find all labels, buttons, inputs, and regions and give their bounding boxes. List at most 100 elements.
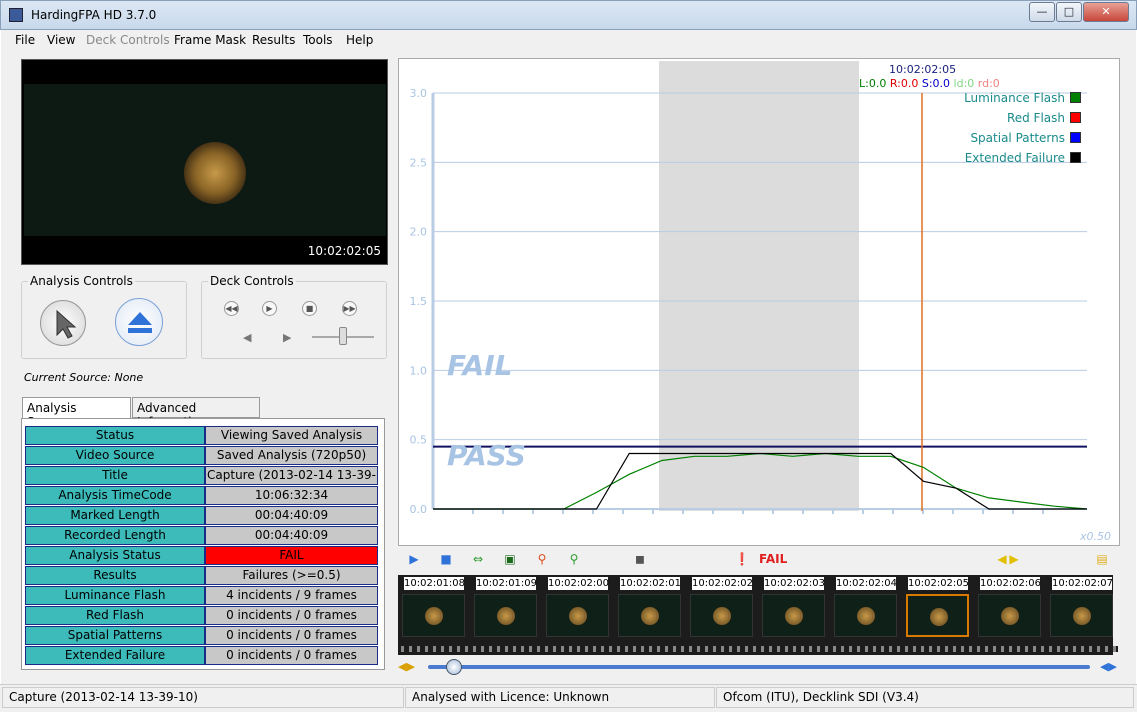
rewind-icon[interactable]: ◀◀ (224, 301, 239, 316)
fit-width-icon[interactable]: ⇔ (470, 551, 486, 567)
menu-view[interactable]: View (47, 33, 75, 47)
camera-icon[interactable]: ◼ (632, 551, 648, 567)
film-sprocket-holes (902, 646, 974, 652)
frame-timecode: 10:02:02:06 (980, 577, 1042, 590)
title-bar[interactable]: HardingFPA HD 3.7.0 — □ ✕ (0, 0, 1137, 30)
next-incident-icon[interactable]: ▶ (1006, 551, 1022, 567)
tab-analysis-summary[interactable]: Analysis Summary (22, 397, 131, 429)
summary-key: Spatial Patterns (25, 626, 205, 645)
summary-value: 0 incidents / 0 frames (205, 626, 378, 645)
summary-value: Capture (2013-02-14 13-39-10) (205, 466, 378, 499)
status-bar: Capture (2013-02-14 13-39-10) Analysed w… (0, 684, 1137, 712)
filmstrip[interactable]: 10:02:01:08 10:02:01:09 10:02:02:00 10:02:0… (398, 575, 1118, 655)
frame-thumbnail (978, 594, 1041, 637)
graph-zoom-label: x0.50 (1079, 530, 1111, 543)
pass-zone-label: PASS (447, 439, 526, 472)
fail-alert-icon: ❗ (734, 552, 750, 566)
analysis-graph[interactable]: 3.0 2.5 2.0 1.5 1.0 0.5 0.0 10:02:02:05 L:0.0 … (398, 58, 1120, 546)
readout-ld: ld:0 (953, 77, 975, 90)
summary-row: Luminance Flash 4 incidents / 9 frames (25, 586, 378, 605)
menu-results[interactable]: Results (252, 33, 295, 47)
film-frame[interactable]: 10:02:01:09 (470, 575, 542, 655)
scrub-right-icon[interactable]: ◀▶ (1100, 660, 1117, 673)
film-frame[interactable]: 10:02:02:03 (758, 575, 830, 655)
scrub-left-icon[interactable]: ◀▶ (398, 660, 415, 673)
analysis-controls-title: Analysis Controls (28, 274, 135, 288)
film-frame[interactable]: 10:02:02:07 (1046, 575, 1118, 655)
menu-file[interactable]: File (15, 33, 35, 47)
frame-timecode: 10:02:02:05 (908, 577, 970, 590)
y-tick-label: 0.0 (410, 503, 428, 516)
eject-button[interactable] (115, 298, 163, 346)
folder-icon[interactable]: ▤ (1094, 551, 1110, 567)
summary-value: Failures (>=0.5) (205, 566, 378, 585)
menu-tools[interactable]: Tools (303, 33, 333, 47)
stop-graph-icon[interactable]: ■ (438, 551, 454, 567)
frame-thumbnail (762, 594, 825, 637)
film-icon[interactable]: ▣ (502, 551, 518, 567)
summary-row: Results Failures (>=0.5) (25, 566, 378, 585)
play-graph-icon[interactable]: ▶ (406, 551, 422, 567)
film-frame[interactable]: 10:02:02:01 (614, 575, 686, 655)
zoom-out-icon[interactable]: ⚲ (534, 551, 550, 567)
step-back-icon[interactable]: ◀ (243, 331, 251, 344)
summary-key: Recorded Length (25, 526, 205, 545)
stop-icon[interactable]: ■ (302, 301, 317, 316)
summary-key: Red Flash (25, 606, 205, 625)
cursor-icon (56, 309, 77, 339)
video-frame (24, 84, 386, 236)
analysis-summary-table: Status Viewing Saved Analysis Video Source… (21, 418, 385, 670)
film-sprocket-holes (758, 646, 830, 652)
frame-thumbnail (834, 594, 897, 637)
summary-key: Analysis TimeCode (25, 486, 205, 505)
legend-item: Spatial Patterns (964, 131, 1081, 151)
summary-value: Viewing Saved Analysis (205, 426, 378, 445)
play-icon[interactable]: ▶ (262, 301, 277, 316)
current-source-label: Current Source: None (24, 371, 144, 384)
frame-timecode: 10:02:02:02 (692, 577, 754, 590)
timeline-scrubber-thumb[interactable] (446, 659, 462, 675)
summary-row: Recorded Length 00:04:40:09 (25, 526, 378, 545)
frame-thumbnail (1050, 594, 1113, 637)
summary-value: 4 incidents / 9 frames (205, 586, 378, 605)
summary-row: Spatial Patterns 0 incidents / 0 frames (25, 626, 378, 645)
zoom-in-icon[interactable]: ⚲ (566, 551, 582, 567)
legend-swatch (1070, 112, 1081, 123)
shuttle-slider-thumb[interactable] (339, 327, 347, 345)
step-forward-icon[interactable]: ▶ (283, 331, 291, 344)
tab-advanced-information[interactable]: Advanced Information (132, 397, 260, 429)
legend-label: Spatial Patterns (970, 131, 1065, 145)
eject-icon (128, 312, 152, 333)
legend-swatch (1070, 132, 1081, 143)
frame-timecode: 10:02:02:03 (764, 577, 826, 590)
menu-frame-mask[interactable]: Frame Mask (174, 33, 246, 47)
maximize-button[interactable]: □ (1056, 2, 1082, 22)
film-frame[interactable]: 10:02:02:06 (974, 575, 1046, 655)
status-licence: Analysed with Licence: Unknown (405, 687, 715, 708)
window-title: HardingFPA HD 3.7.0 (31, 8, 157, 22)
summary-key: Extended Failure (25, 646, 205, 665)
minimize-button[interactable]: — (1029, 2, 1055, 22)
analyse-cursor-button[interactable] (40, 300, 86, 346)
summary-row: Status Viewing Saved Analysis (25, 426, 378, 445)
film-frame[interactable]: 10:02:02:05 (902, 575, 974, 655)
frame-thumbnail (474, 594, 537, 637)
film-frame[interactable]: 10:02:02:04 (830, 575, 902, 655)
legend-label: Red Flash (1006, 111, 1065, 125)
film-frame[interactable]: 10:02:02:00 (542, 575, 614, 655)
film-frame[interactable]: 10:02:01:08 (398, 575, 470, 655)
close-button[interactable]: ✕ (1083, 2, 1129, 22)
graph-status-text: FAIL (759, 552, 788, 566)
summary-row: Marked Length 00:04:40:09 (25, 506, 378, 525)
film-frame[interactable]: 10:02:02:02 (686, 575, 758, 655)
readout-red: R:0.0 (889, 77, 919, 90)
summary-value: FAIL (205, 546, 378, 565)
timeline-scrubber[interactable] (428, 665, 1090, 669)
y-tick-label: 3.0 (410, 87, 428, 100)
fast-forward-icon[interactable]: ▶▶ (342, 301, 357, 316)
video-timecode: 10:02:02:05 (307, 244, 381, 258)
summary-value: 0 incidents / 0 frames (205, 646, 378, 665)
menu-deck-controls[interactable]: Deck Controls (86, 33, 170, 47)
legend-label: Luminance Flash (964, 91, 1065, 105)
menu-help[interactable]: Help (346, 33, 373, 47)
